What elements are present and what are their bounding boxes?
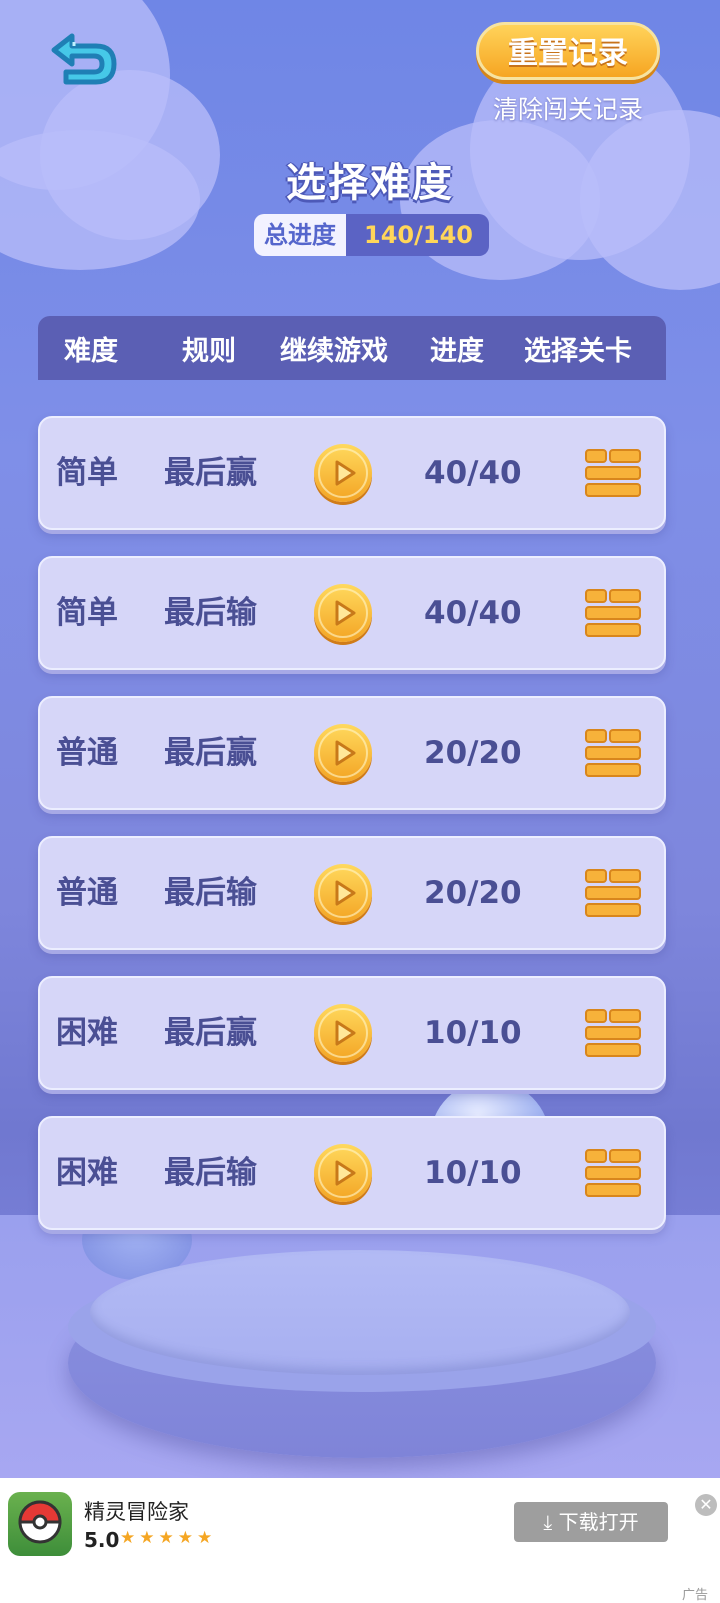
row-progress: 10/10 bbox=[424, 1015, 522, 1051]
level-list-icon bbox=[585, 449, 641, 497]
play-icon bbox=[318, 1148, 368, 1198]
play-icon bbox=[318, 868, 368, 918]
pedestal-top bbox=[90, 1250, 630, 1375]
ad-download-button[interactable]: ⤓ 下载打开 bbox=[514, 1502, 668, 1542]
row-difficulty: 简单 bbox=[56, 455, 118, 491]
download-icon: ⤓ bbox=[543, 1510, 559, 1534]
continue-game-button[interactable] bbox=[314, 724, 372, 782]
select-level-button[interactable] bbox=[584, 1008, 642, 1060]
ad-app-name: 精灵冒险家 bbox=[84, 1500, 189, 1524]
continue-game-button[interactable] bbox=[314, 864, 372, 922]
play-icon bbox=[318, 1008, 368, 1058]
continue-game-button[interactable] bbox=[314, 584, 372, 642]
total-progress-value: 140/140 bbox=[346, 214, 489, 256]
row-difficulty: 普通 bbox=[56, 875, 118, 911]
row-progress: 20/20 bbox=[424, 875, 522, 911]
ad-stars: ★★★★★ bbox=[120, 1528, 217, 1548]
level-list-icon bbox=[585, 1149, 641, 1197]
row-difficulty: 普通 bbox=[56, 735, 118, 771]
select-level-button[interactable] bbox=[584, 448, 642, 500]
column-rule: 规则 bbox=[182, 335, 236, 367]
row-difficulty: 困难 bbox=[56, 1015, 118, 1051]
row-difficulty: 困难 bbox=[56, 1155, 118, 1191]
ad-close-icon[interactable]: ✕ bbox=[695, 1494, 717, 1516]
row-rule: 最后赢 bbox=[164, 1015, 257, 1051]
reset-records-subtitle: 清除闯关记录 bbox=[492, 95, 643, 124]
column-select-level: 选择关卡 bbox=[524, 335, 632, 367]
ad-download-label: 下载打开 bbox=[558, 1510, 639, 1534]
column-continue: 继续游戏 bbox=[280, 335, 388, 367]
play-icon bbox=[318, 728, 368, 778]
table-row: 困难 最后赢 10/10 bbox=[38, 976, 666, 1090]
select-level-button[interactable] bbox=[584, 868, 642, 920]
row-difficulty: 简单 bbox=[56, 595, 118, 631]
row-rule: 最后赢 bbox=[164, 455, 257, 491]
play-icon bbox=[318, 448, 368, 498]
ad-rating: 5.0 bbox=[84, 1528, 120, 1552]
level-list-icon bbox=[585, 589, 641, 637]
column-difficulty: 难度 bbox=[64, 335, 118, 367]
row-progress: 40/40 bbox=[424, 595, 522, 631]
ad-app-icon[interactable] bbox=[8, 1492, 72, 1556]
total-progress: 总进度 140/140 bbox=[254, 214, 489, 256]
row-rule: 最后输 bbox=[164, 1155, 257, 1191]
reset-records-button[interactable]: 重置记录 bbox=[476, 22, 660, 80]
table-row: 普通 最后赢 20/20 bbox=[38, 696, 666, 810]
ad-tag: 广告 bbox=[682, 1588, 709, 1603]
row-rule: 最后输 bbox=[164, 875, 257, 911]
table-row: 简单 最后输 40/40 bbox=[38, 556, 666, 670]
table-row: 困难 最后输 10/10 bbox=[38, 1116, 666, 1230]
level-list-icon bbox=[585, 729, 641, 777]
row-progress: 20/20 bbox=[424, 735, 522, 771]
ad-banner: 精灵冒险家 5.0 ★★★★★ ⤓ 下载打开 ✕ 广告 bbox=[0, 1478, 720, 1603]
pokeball-icon bbox=[18, 1500, 62, 1544]
table-row: 简单 最后赢 40/40 bbox=[38, 416, 666, 530]
level-list-icon bbox=[585, 869, 641, 917]
row-rule: 最后输 bbox=[164, 595, 257, 631]
select-level-button[interactable] bbox=[584, 1148, 642, 1200]
row-rule: 最后赢 bbox=[164, 735, 257, 771]
table-header: 难度 规则 继续游戏 进度 选择关卡 bbox=[38, 316, 666, 380]
column-progress: 进度 bbox=[430, 335, 484, 367]
table-row: 普通 最后输 20/20 bbox=[38, 836, 666, 950]
row-progress: 10/10 bbox=[424, 1155, 522, 1191]
select-level-button[interactable] bbox=[584, 728, 642, 780]
page-title: 选择难度 bbox=[286, 160, 454, 206]
continue-game-button[interactable] bbox=[314, 1144, 372, 1202]
select-level-button[interactable] bbox=[584, 588, 642, 640]
total-progress-label: 总进度 bbox=[254, 214, 346, 256]
continue-game-button[interactable] bbox=[314, 1004, 372, 1062]
back-arrow-icon bbox=[51, 33, 117, 85]
back-button[interactable] bbox=[44, 18, 124, 88]
level-list-icon bbox=[585, 1009, 641, 1057]
continue-game-button[interactable] bbox=[314, 444, 372, 502]
row-progress: 40/40 bbox=[424, 455, 522, 491]
play-icon bbox=[318, 588, 368, 638]
